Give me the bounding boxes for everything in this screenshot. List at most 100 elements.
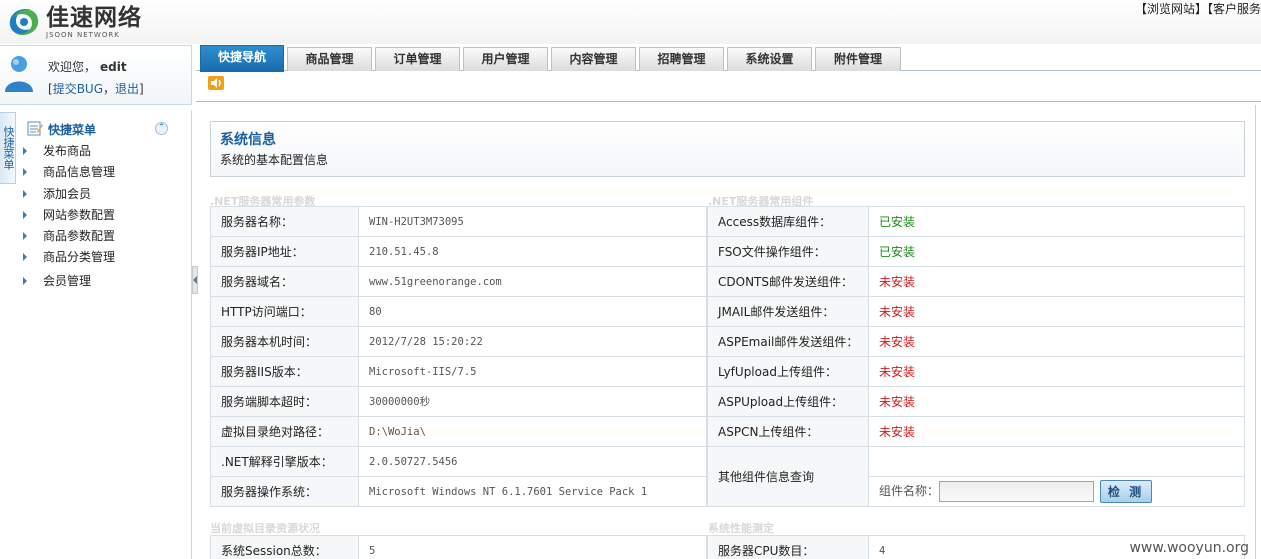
component-label: LyfUpload上传组件： — [707, 356, 869, 387]
arrow-left-icon — [193, 276, 197, 284]
table-row: FSO文件操作组件： 已安装 — [707, 236, 1245, 267]
other-component-query-label: 其他组件信息查询 — [707, 446, 869, 507]
menu-item-add-member[interactable]: 添加会员 — [17, 185, 115, 206]
param-label: HTTP访问端口： — [210, 296, 359, 327]
browse-site-link[interactable]: 【浏览网站】 — [1135, 2, 1207, 16]
table-row: 其他组件信息查询 — [707, 446, 1245, 507]
triangle-bullet-icon — [23, 210, 27, 219]
quick-menu-vertical-tab[interactable]: 快捷菜单 — [0, 112, 16, 184]
table-row: 服务器名称： WIN-H2UT3M73095 — [210, 206, 707, 237]
logout-link[interactable]: 退出 — [115, 82, 139, 96]
logo: 佳速网络 JSOON NETWORK — [4, 2, 142, 42]
menu-item-site-config[interactable]: 网站参数配置 — [17, 206, 115, 227]
tab-system-settings[interactable]: 系统设置 — [727, 47, 812, 71]
user-panel: 欢迎您， edit [提交BUG，退出] — [0, 45, 192, 105]
table-row: JMAIL邮件发送组件： 未安装 — [707, 296, 1245, 327]
session-count-label: 系统Session总数： — [210, 535, 359, 559]
triangle-bullet-icon — [23, 168, 27, 177]
menu-item-category[interactable]: 商品分类管理 — [17, 248, 115, 269]
tab-orders[interactable]: 订单管理 — [375, 47, 460, 71]
sidebar: 快捷菜单 ⌃ 发布商品 商品信息管理 添加会员 网站参数配置 商品参数配置 商品… — [17, 110, 192, 559]
component-label: CDONTS邮件发送组件： — [707, 266, 869, 297]
menu-item-product-info[interactable]: 商品信息管理 — [17, 163, 115, 184]
tab-quick-nav[interactable]: 快捷导航 — [200, 45, 284, 72]
admin-page: 佳速网络 JSOON NETWORK 【浏览网站】【客户服务 欢迎您， edit … — [0, 0, 1261, 559]
table-row: 服务器本机时间： 2012/7/28 15:20:22 — [210, 326, 707, 357]
right-scrollbar[interactable] — [1255, 105, 1261, 559]
tab-content[interactable]: 内容管理 — [551, 47, 636, 71]
header: 佳速网络 JSOON NETWORK 【浏览网站】【客户服务 — [0, 0, 1261, 44]
component-name-input[interactable] — [939, 481, 1095, 502]
param-value: Microsoft Windows NT 6.1.7601 Service Pa… — [358, 476, 707, 507]
quick-menu-title: 快捷菜单 — [48, 123, 97, 137]
resource-section-title: 当前虚拟目录资源状况 — [210, 522, 320, 535]
menu-item-product-params[interactable]: 商品参数配置 — [17, 227, 115, 248]
param-label: 服务器IP地址： — [210, 236, 359, 267]
component-status: 已安装 — [868, 206, 1245, 237]
component-status: 未安装 — [868, 356, 1245, 387]
param-value: 2.0.50727.5456 — [358, 446, 707, 477]
table-row: 服务端脚本超时： 30000000秒 — [210, 386, 707, 417]
triangle-bullet-icon — [23, 232, 27, 241]
param-label: .NET解释引擎版本： — [210, 446, 359, 477]
table-row: 虚拟目录绝对路径： D:\WoJia\ — [210, 416, 707, 447]
component-label: ASPEmail邮件发送组件： — [707, 326, 869, 357]
param-value: 2012/7/28 15:20:22 — [358, 326, 707, 357]
performance-section-title: 系统性能测定 — [708, 522, 774, 535]
param-label: 服务器操作系统： — [210, 476, 359, 507]
component-status: 未安装 — [868, 326, 1245, 357]
tab-attachments[interactable]: 附件管理 — [815, 47, 901, 71]
collapse-up-icon[interactable]: ⌃ — [155, 122, 168, 135]
param-value: www.51greenorange.com — [358, 266, 707, 297]
username: edit — [100, 60, 127, 74]
param-value: 30000000秒 — [358, 386, 707, 417]
param-value: 80 — [358, 296, 707, 327]
param-value: D:\WoJia\ — [358, 416, 707, 447]
welcome-text: 欢迎您， edit — [48, 60, 127, 74]
param-value: WIN-H2UT3M73095 — [358, 206, 707, 237]
table-row: 服务器操作系统： Microsoft Windows NT 6.1.7601 Se… — [210, 476, 707, 507]
component-label: FSO文件操作组件： — [707, 236, 869, 267]
tab-recruitment[interactable]: 招聘管理 — [639, 47, 724, 71]
tab-users[interactable]: 用户管理 — [463, 47, 548, 71]
menu-item-publish-product[interactable]: 发布商品 — [17, 142, 115, 163]
sound-icon[interactable] — [208, 76, 224, 90]
param-label: 虚拟目录绝对路径： — [210, 416, 359, 447]
top-links: 【浏览网站】【客户服务 — [1135, 0, 1261, 17]
triangle-bullet-icon — [23, 276, 27, 285]
resource-table: 系统Session总数： 5 — [210, 535, 707, 559]
quick-menu-header: 快捷菜单 ⌃ — [17, 118, 187, 140]
table-row: ASPEmail邮件发送组件： 未安装 — [707, 326, 1245, 357]
table-row: .NET解释引擎版本： 2.0.50727.5456 — [210, 446, 707, 477]
param-label: 服务器本机时间： — [210, 326, 359, 357]
component-status: 已安装 — [868, 236, 1245, 267]
component-status: 未安装 — [868, 296, 1245, 327]
component-label: JMAIL邮件发送组件： — [707, 296, 869, 327]
user-avatar-icon — [5, 56, 33, 92]
customer-service-link[interactable]: 【客户服务 — [1207, 2, 1261, 16]
menu-item-member-management[interactable]: 会员管理 — [17, 272, 115, 293]
table-row: ASPUpload上传组件： 未安装 — [707, 386, 1245, 417]
triangle-bullet-icon — [23, 189, 27, 198]
table-row: ASPCN上传组件： 未安装 — [707, 416, 1245, 447]
cpu-count-label: 服务器CPU数目： — [707, 535, 869, 559]
components-table: Access数据库组件： 已安装 FSO文件操作组件： 已安装 CDONTS邮件发送组件… — [707, 206, 1245, 507]
table-row: 服务器IP地址： 210.51.45.8 — [210, 236, 707, 267]
brand-name: 佳速网络 — [46, 4, 142, 31]
sub-toolbar — [196, 72, 1261, 102]
table-row: 系统Session总数： 5 — [210, 535, 707, 559]
param-value: 210.51.45.8 — [358, 236, 707, 267]
quick-menu-list: 发布商品 商品信息管理 添加会员 网站参数配置 商品参数配置 商品分类管理 会员… — [17, 142, 115, 293]
component-label: ASPCN上传组件： — [707, 416, 869, 447]
tab-products[interactable]: 商品管理 — [287, 47, 372, 71]
table-row: 服务器IIS版本： Microsoft-IIS/7.5 — [210, 356, 707, 387]
notepad-icon — [27, 121, 43, 136]
param-label: 服务器名称： — [210, 206, 359, 237]
component-label: Access数据库组件： — [707, 206, 869, 237]
system-info-header: 系统信息 系统的基本配置信息 — [210, 121, 1245, 177]
param-label: 服务器IIS版本： — [210, 356, 359, 387]
submit-bug-link[interactable]: 提交BUG — [53, 82, 103, 96]
table-row: 服务器域名： www.51greenorange.com — [210, 266, 707, 297]
check-button[interactable]: 检 测 — [1100, 480, 1153, 503]
component-status: 未安装 — [868, 266, 1245, 297]
